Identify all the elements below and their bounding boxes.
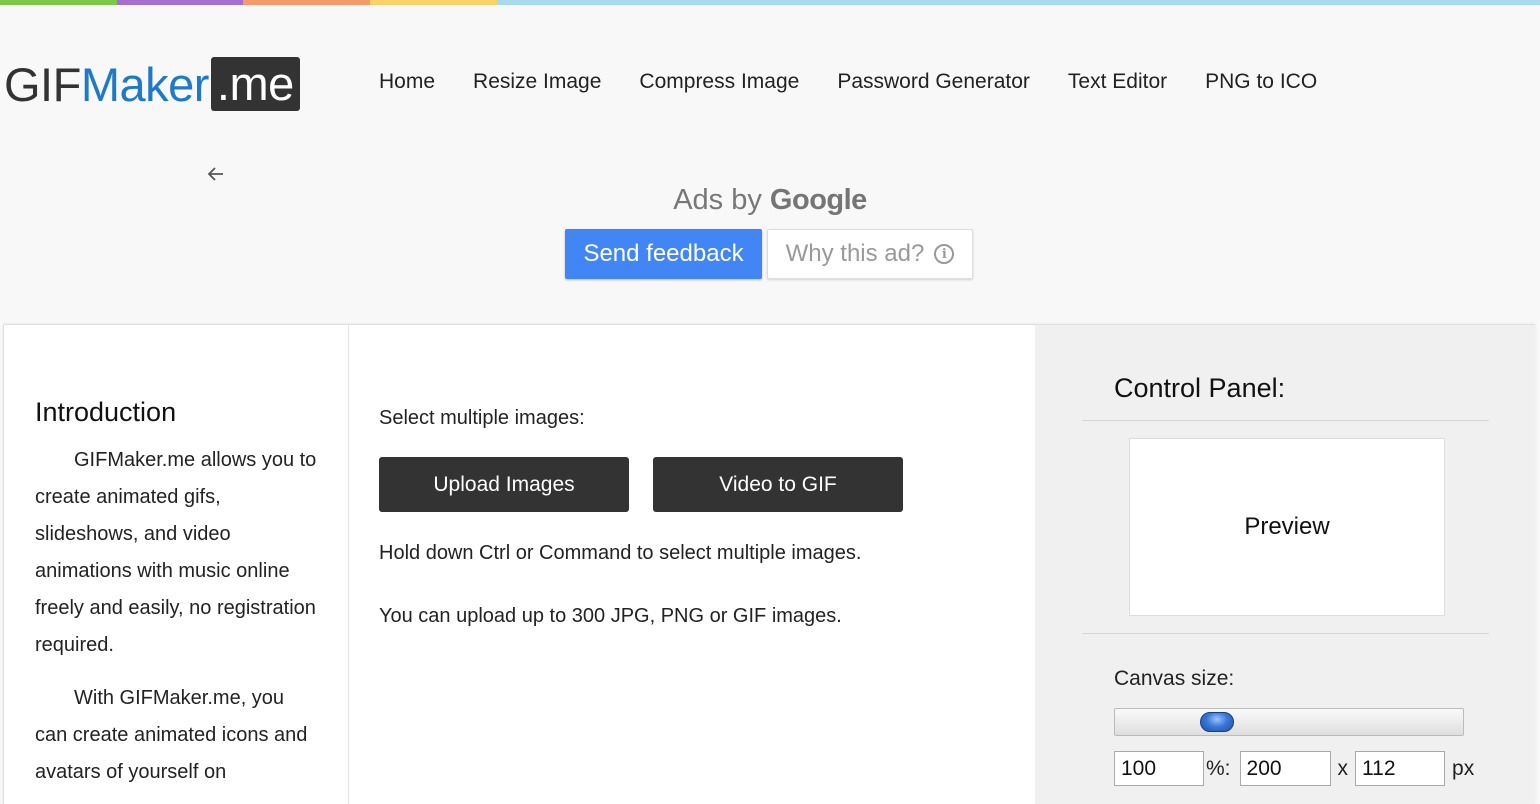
percent-separator: %: [1206,756,1231,780]
canvas-size-inputs: %: x px [1114,751,1474,786]
nav-png-to-ico[interactable]: PNG to ICO [1205,70,1317,94]
main-card: Introduction GIFMaker.me allows you to c… [3,324,1535,804]
control-panel-title: Control Panel: [1114,373,1286,403]
site-logo[interactable]: GIF Maker .me [4,56,300,112]
send-feedback-button[interactable]: Send feedback [565,229,762,279]
color-segment-green [0,0,117,5]
color-segment-blue [497,0,1540,5]
canvas-size-slider[interactable] [1114,708,1464,736]
upload-section: Select multiple images: Upload Images Vi… [379,407,1019,628]
intro-paragraph-1: GIFMaker.me allows you to create animate… [35,449,317,656]
select-images-label: Select multiple images: [379,407,585,429]
canvas-height-input[interactable] [1355,751,1446,786]
intro-title: Introduction [35,397,177,427]
nav-text-editor[interactable]: Text Editor [1068,70,1167,94]
video-to-gif-button[interactable]: Video to GIF [653,457,903,512]
color-segment-orange [243,0,370,5]
ads-by-google-label: Ads by Google [0,184,1540,217]
why-this-ad-label: Why this ad? [785,240,925,267]
logo-me-badge: .me [210,57,300,111]
color-segment-yellow [370,0,497,5]
main-nav: Home Resize Image Compress Image Passwor… [379,70,1317,94]
control-panel: Control Panel: Preview Canvas size: %: x… [1035,325,1535,804]
nav-password-generator[interactable]: Password Generator [837,70,1030,94]
preview-box: Preview [1129,438,1445,616]
arrow-left-icon[interactable] [205,164,227,186]
nav-compress-image[interactable]: Compress Image [639,70,799,94]
control-panel-divider-bottom [1082,633,1489,634]
logo-gif-text: GIF [4,57,81,111]
upload-limit-text: You can upload up to 300 JPG, PNG or GIF… [379,605,842,627]
why-this-ad-button[interactable]: Why this ad? i [767,229,973,279]
px-unit: px [1452,756,1475,780]
intro-paragraph-2: With GIFMaker.me, you can create animate… [35,687,308,783]
control-panel-divider-top [1082,420,1489,421]
nav-home[interactable]: Home [379,70,435,94]
x-separator: x [1337,756,1349,780]
top-color-bar [0,0,1540,5]
slider-handle[interactable] [1200,712,1234,732]
google-wordmark: Google [769,184,867,216]
ads-by-text: Ads by [673,184,762,216]
logo-maker-text: Maker [80,57,210,111]
canvas-percent-input[interactable] [1114,751,1204,786]
multi-select-hint: Hold down Ctrl or Command to select mult… [379,542,862,564]
canvas-width-input[interactable] [1239,751,1331,786]
upload-images-button[interactable]: Upload Images [379,457,629,512]
upload-buttons: Upload Images Video to GIF [379,457,1019,512]
info-icon: i [934,244,955,264]
color-segment-purple [117,0,243,5]
nav-resize-image[interactable]: Resize Image [473,70,601,94]
intro-column: Introduction GIFMaker.me allows you to c… [4,325,349,804]
canvas-size-label: Canvas size: [1114,667,1235,690]
